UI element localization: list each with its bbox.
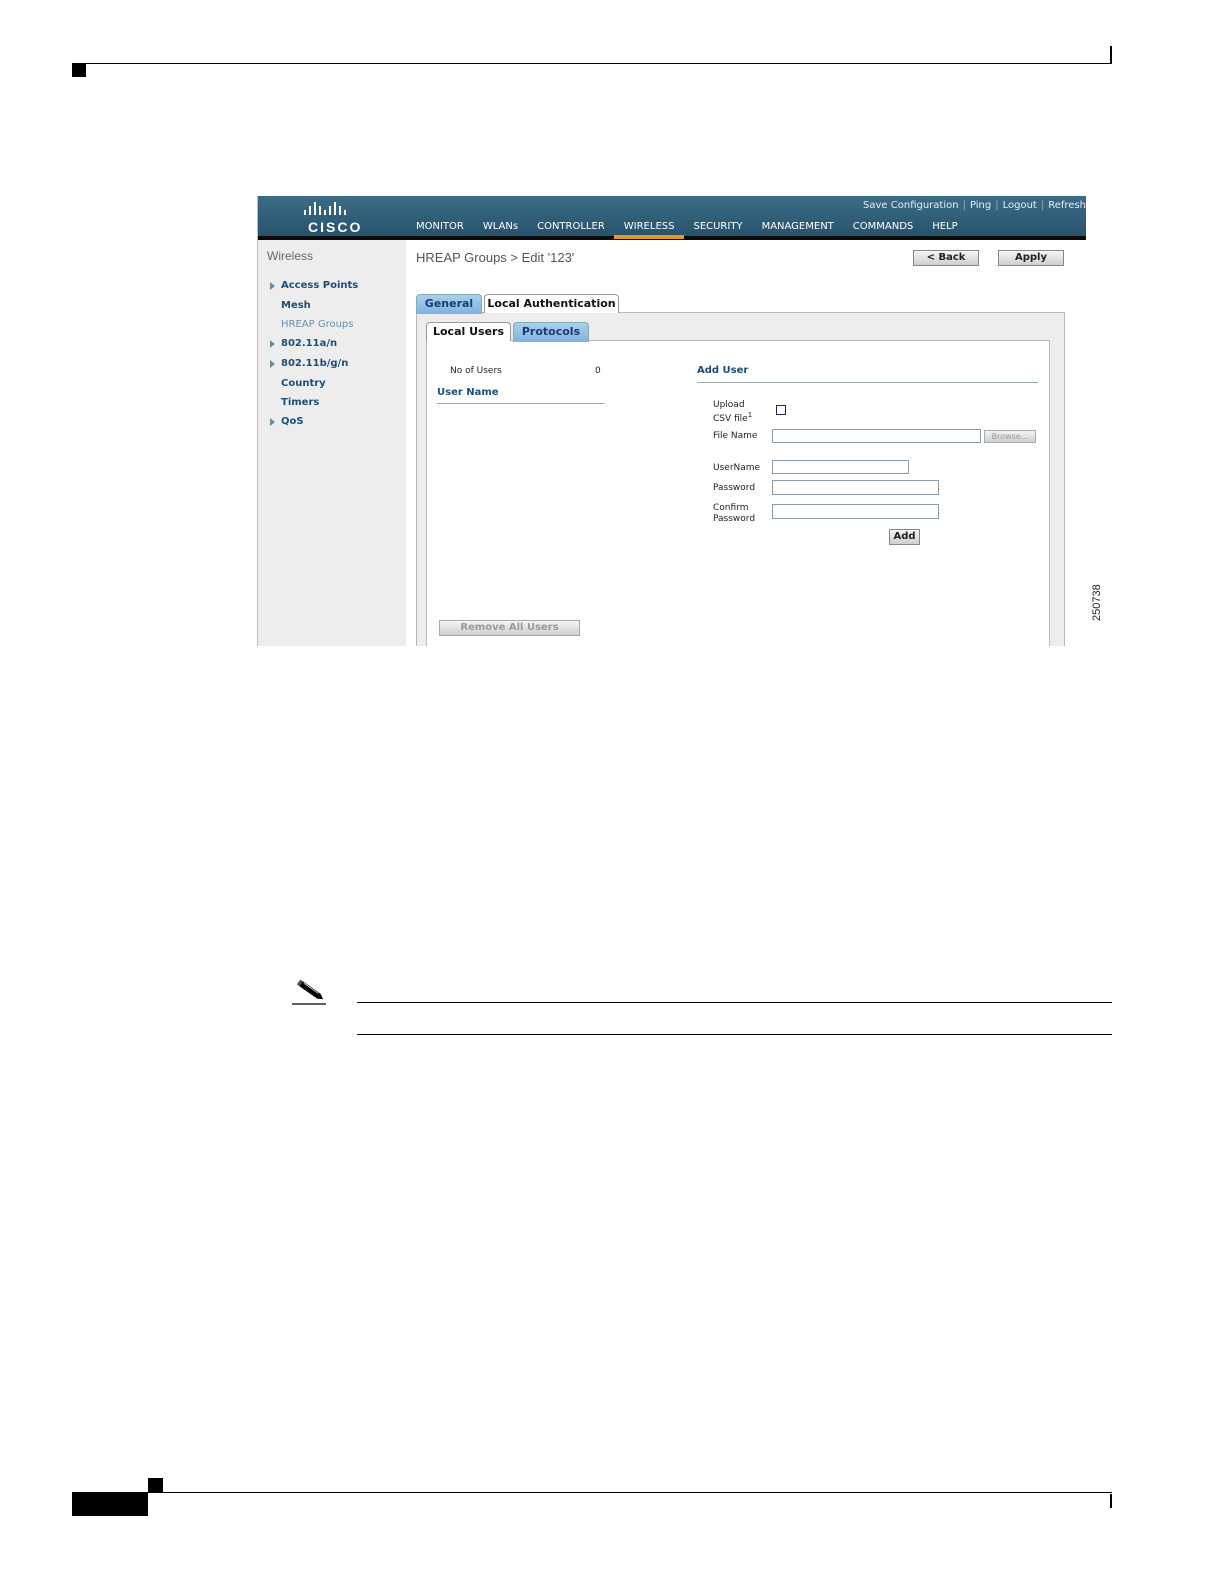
file-name-label: File Name bbox=[713, 431, 758, 441]
header-tick bbox=[1110, 46, 1112, 64]
upload-csv-checkbox[interactable] bbox=[776, 405, 786, 415]
footer-page-tab bbox=[72, 1492, 148, 1516]
subtab-panel bbox=[426, 340, 1050, 646]
cisco-logo-icon bbox=[304, 202, 346, 215]
sidebar-item-80211bgn[interactable]: 802.11b/g/n bbox=[281, 358, 348, 369]
nav-wireless[interactable]: WIRELESS bbox=[613, 221, 685, 239]
username-label: UserName bbox=[713, 463, 761, 473]
browse-button[interactable]: Browse... bbox=[984, 430, 1036, 443]
note-bottom-rule bbox=[357, 1034, 1112, 1035]
password-label: Password bbox=[713, 483, 756, 493]
ping-link[interactable]: Ping bbox=[970, 200, 991, 211]
tab-general[interactable]: General bbox=[416, 294, 482, 314]
utility-links: Save Configuration | Ping | Logout | Refresh bbox=[863, 200, 1086, 211]
csv-file-label: CSV file1 bbox=[713, 411, 753, 424]
footnote-marker: 1 bbox=[747, 411, 753, 419]
header-rule bbox=[72, 63, 1112, 64]
confirm-label: Confirm bbox=[713, 503, 749, 513]
user-count-value: 0 bbox=[595, 366, 601, 376]
confirm-password-input[interactable] bbox=[772, 504, 939, 519]
header-marker bbox=[72, 64, 86, 77]
apply-button[interactable]: Apply bbox=[998, 250, 1064, 266]
file-name-input[interactable] bbox=[772, 429, 981, 443]
subtab-local-users[interactable]: Local Users bbox=[426, 322, 511, 341]
expand-arrow-icon[interactable] bbox=[270, 418, 275, 426]
upload-label: Upload bbox=[713, 400, 745, 410]
sidebar-item-qos[interactable]: QoS bbox=[281, 416, 304, 427]
nav-management[interactable]: MANAGEMENT bbox=[761, 221, 835, 232]
logo-text: CISCO bbox=[308, 219, 363, 235]
refresh-link[interactable]: Refresh bbox=[1048, 200, 1086, 211]
nav-security[interactable]: SECURITY bbox=[692, 221, 743, 232]
page-title: HREAP Groups > Edit '123' bbox=[416, 250, 575, 265]
sidebar-item-country[interactable]: Country bbox=[281, 378, 326, 389]
sidebar-item-mesh[interactable]: Mesh bbox=[281, 300, 311, 311]
confirm-password-label: Password bbox=[713, 514, 756, 524]
tab-local-authentication[interactable]: Local Authentication bbox=[484, 294, 619, 313]
note-top-rule bbox=[357, 1002, 1112, 1003]
nav-monitor[interactable]: MONITOR bbox=[415, 221, 465, 232]
sidebar-title: Wireless bbox=[267, 249, 314, 263]
subtab-protocols[interactable]: Protocols bbox=[513, 322, 589, 342]
add-user-heading: Add User bbox=[697, 365, 749, 376]
sidebar-item-hreap-groups[interactable]: HREAP Groups bbox=[281, 319, 354, 330]
note-pencil-icon bbox=[292, 979, 326, 1005]
nav-wlans[interactable]: WLANs bbox=[482, 221, 519, 232]
username-input[interactable] bbox=[772, 460, 909, 474]
sidebar-item-timers[interactable]: Timers bbox=[281, 397, 319, 408]
remove-all-users-button[interactable]: Remove All Users bbox=[439, 620, 580, 636]
user-name-header: User Name bbox=[437, 387, 499, 398]
nav-controller[interactable]: CONTROLLER bbox=[536, 221, 606, 232]
controller-screenshot: CISCO Save Configuration | Ping | Logout | Ref… bbox=[257, 196, 1086, 646]
logout-link[interactable]: Logout bbox=[1003, 200, 1037, 211]
nav-commands[interactable]: COMMANDS bbox=[852, 221, 914, 232]
sidebar-item-80211an[interactable]: 802.11a/n bbox=[281, 338, 337, 349]
user-count-label: No of Users bbox=[450, 366, 502, 376]
figure-number: 250738 bbox=[1091, 584, 1103, 621]
footer-rule bbox=[72, 1492, 1112, 1493]
sidebar: Wireless Access Points Mesh HREAP Groups… bbox=[258, 240, 406, 646]
add-button[interactable]: Add bbox=[889, 529, 920, 545]
add-user-divider bbox=[697, 382, 1038, 383]
expand-arrow-icon[interactable] bbox=[270, 340, 275, 348]
sidebar-item-access-points[interactable]: Access Points bbox=[281, 280, 358, 291]
footer-tick bbox=[1110, 1494, 1112, 1508]
back-button[interactable]: < Back bbox=[913, 250, 979, 266]
main-nav: MONITOR WLANs CONTROLLER WIRELESS SECURI… bbox=[415, 221, 959, 239]
footer-marker bbox=[148, 1478, 163, 1492]
nav-help[interactable]: HELP bbox=[931, 221, 958, 232]
expand-arrow-icon[interactable] bbox=[270, 282, 275, 290]
user-list-divider bbox=[437, 403, 605, 404]
save-configuration-link[interactable]: Save Configuration bbox=[863, 200, 959, 211]
expand-arrow-icon[interactable] bbox=[270, 360, 275, 368]
password-input[interactable] bbox=[772, 480, 939, 495]
